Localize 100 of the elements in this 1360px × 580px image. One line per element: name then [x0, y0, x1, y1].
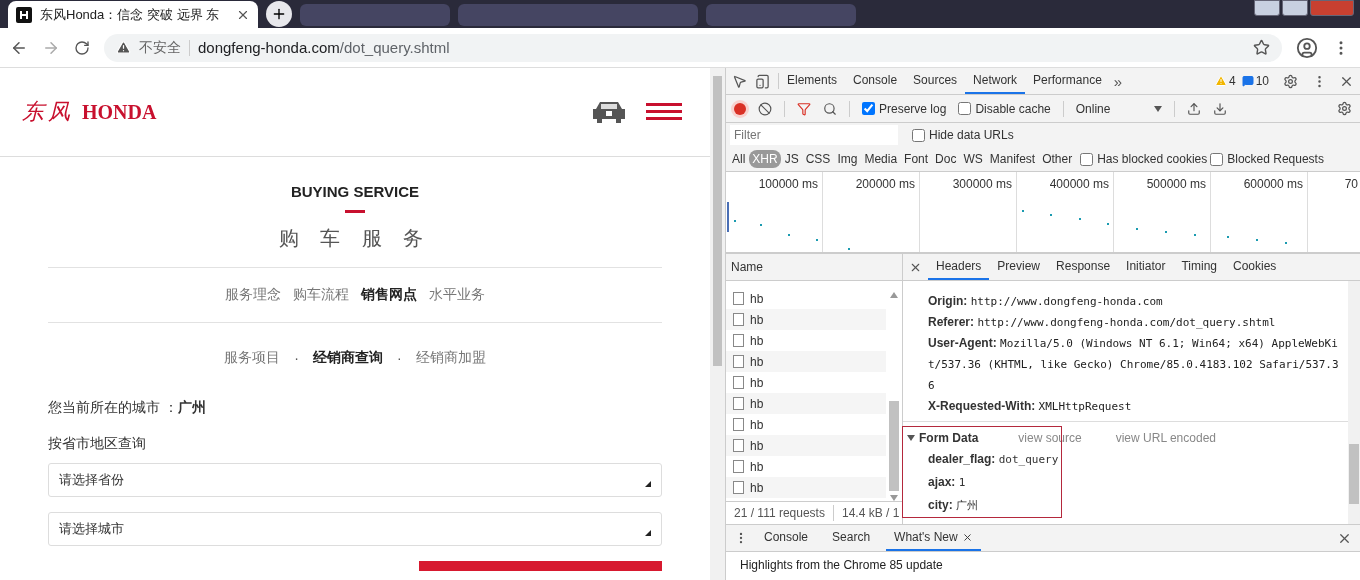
sub-tab[interactable]: 经销商查询: [313, 349, 383, 367]
close-icon[interactable]: [961, 531, 973, 543]
download-icon[interactable]: [1213, 101, 1228, 116]
city-label: 您当前所在的城市 ：: [48, 399, 178, 417]
type-filter[interactable]: WS: [960, 150, 986, 168]
logo-wordmark: HONDA: [82, 100, 157, 124]
minimize-button[interactable]: [1254, 0, 1280, 16]
nav-tab[interactable]: 服务理念: [225, 286, 281, 304]
summary-text: 14.4 kB / 1: [841, 506, 900, 520]
security-label: 不安全: [139, 38, 181, 57]
header-line: User-Agent: Mozilla/5.0 (Windows NT 6.1; Win64; x64) AppleWebKit/537.36 (KHTML, like Gecko) Chrome/85.0.4183.102 Safari/537.36: [927, 335, 1340, 394]
detail-tab[interactable]: Response: [1048, 254, 1119, 280]
logo-mark: 东风: [22, 98, 74, 126]
nav-tab[interactable]: 购车流程: [293, 286, 349, 304]
checkbox[interactable]: [1080, 152, 1094, 166]
scrollbar[interactable]: [710, 68, 725, 580]
detail-tab[interactable]: Headers: [928, 254, 990, 280]
accent-bar: [345, 210, 365, 213]
sub-tab[interactable]: 经销商加盟: [415, 349, 486, 367]
file-icon: [733, 376, 744, 389]
detail-tab[interactable]: Cookies: [1225, 254, 1285, 280]
scroll-up-icon[interactable]: [890, 292, 898, 298]
timeline-tick: 300000 ms: [952, 177, 1012, 193]
filter-icon[interactable]: [797, 101, 811, 116]
settings-icon[interactable]: [1283, 73, 1298, 89]
checkbox[interactable]: [1210, 152, 1224, 166]
message-count[interactable]: 10: [1255, 74, 1269, 88]
request-row[interactable]: hb: [726, 309, 886, 330]
timeline-tick: 400000 ms: [1049, 177, 1109, 193]
warning-count[interactable]: 4: [1228, 74, 1236, 88]
type-filter[interactable]: All: [729, 150, 749, 168]
panel-tab[interactable]: Console: [845, 68, 906, 94]
summary-text: 21 / 111 requests: [734, 506, 825, 520]
type-filter[interactable]: Doc: [932, 150, 960, 168]
detail-tab[interactable]: Timing: [1173, 254, 1225, 280]
type-filter[interactable]: Manifest: [986, 150, 1039, 168]
detail-tab[interactable]: Initiator: [1118, 254, 1174, 280]
checkbox[interactable]: [958, 102, 972, 115]
header-line: Origin: http://www.dongfeng-honda.com: [927, 293, 1164, 310]
column-header[interactable]: Name: [731, 260, 763, 274]
checkbox[interactable]: [912, 128, 925, 142]
caret-icon: [1154, 105, 1163, 112]
car-icon[interactable]: [590, 100, 628, 124]
expand-triangle-icon[interactable]: [907, 434, 915, 442]
checkbox[interactable]: [862, 102, 875, 115]
scrollbar[interactable]: [1348, 281, 1360, 524]
detail-tab[interactable]: Preview: [989, 254, 1049, 280]
file-icon: [733, 481, 744, 494]
header-line: X-Requested-With: XMLHttpRequest: [927, 398, 1133, 415]
file-icon: [733, 418, 744, 431]
type-filter[interactable]: Media: [861, 150, 901, 168]
nav-tab[interactable]: 水平业务: [429, 286, 485, 304]
type-filter[interactable]: JS: [781, 150, 802, 168]
star-icon[interactable]: [1253, 39, 1270, 56]
filter-field[interactable]: Filter: [730, 125, 898, 145]
scroll-down-icon[interactable]: [890, 495, 898, 501]
form-field-line: ajax: 1: [927, 474, 967, 491]
record-icon[interactable]: [734, 102, 746, 115]
profile-icon[interactable]: [1296, 36, 1318, 59]
inspect-icon[interactable]: [732, 73, 747, 89]
drawer-tab[interactable]: What's New: [886, 525, 981, 551]
panel-tab[interactable]: Sources: [905, 68, 966, 94]
panel-tab[interactable]: Performance: [1025, 68, 1110, 94]
drawer-tab[interactable]: Search: [824, 525, 879, 551]
type-filter[interactable]: Other: [1039, 150, 1076, 168]
request-row[interactable]: hb: [726, 435, 886, 456]
more-tabs-button[interactable]: »: [1113, 72, 1123, 90]
request-row[interactable]: hb: [726, 393, 886, 414]
drawer-tab[interactable]: Console: [756, 525, 817, 551]
maximize-button[interactable]: [1282, 0, 1308, 16]
select-field[interactable]: 请选择城市: [48, 512, 662, 546]
device-toolbar-icon[interactable]: [755, 73, 770, 89]
checkbox-label: Has blocked cookies: [1097, 152, 1208, 166]
request-row[interactable]: hb: [726, 477, 886, 498]
reload-icon[interactable]: [74, 39, 90, 56]
type-filter[interactable]: Font: [901, 150, 932, 168]
sub-tab[interactable]: 服务项目: [224, 349, 281, 367]
type-filter[interactable]: Img: [834, 150, 861, 168]
browser-tab[interactable]: 东风Honda：信念 突破 远界 东: [8, 1, 258, 28]
menu-icon[interactable]: [646, 103, 682, 121]
search-icon[interactable]: [823, 101, 837, 116]
file-icon: [733, 439, 744, 452]
throttle-dropdown[interactable]: Online: [1075, 101, 1163, 116]
request-row[interactable]: hb: [726, 351, 886, 372]
caret-icon: [645, 530, 651, 536]
settings-icon[interactable]: [1337, 101, 1352, 116]
clear-icon[interactable]: [758, 101, 772, 116]
caret-icon: [645, 481, 651, 487]
type-filter[interactable]: CSS: [802, 150, 834, 168]
select-field[interactable]: 请选择省份: [48, 463, 662, 497]
panel-tab[interactable]: Elements: [779, 68, 846, 94]
upload-icon[interactable]: [1187, 101, 1202, 116]
nav-tab[interactable]: 销售网点: [361, 286, 417, 304]
view-url-encoded-link[interactable]: view URL encoded: [1115, 431, 1216, 445]
checkbox-label: Disable cache: [975, 101, 1051, 116]
new-tab-button[interactable]: [266, 1, 292, 27]
file-icon: [733, 460, 744, 473]
address-bar[interactable]: 不安全 dongfeng-honda.com/dot_query.shtml: [104, 33, 1282, 62]
timeline-tick: 600000 ms: [1243, 177, 1303, 193]
header-line: Referer: http://www.dongfeng-honda.com/dot_query.shtml: [927, 314, 1277, 331]
